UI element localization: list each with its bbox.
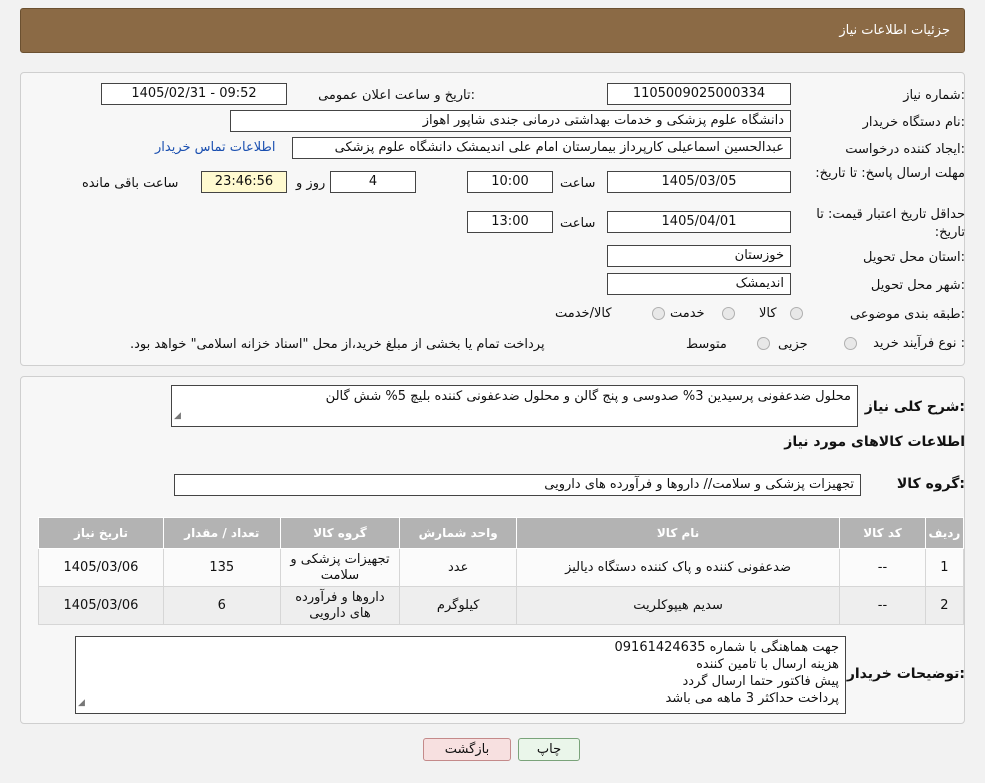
requester-field: عبدالحسین اسماعیلی کارپرداز بیمارستان ام… <box>292 137 791 159</box>
validity-date-field: 1405/04/01 <box>607 211 791 233</box>
summary-textarea[interactable]: محلول ضدعفونی پرسیدین 3% صدوسی و پنج گال… <box>171 385 858 427</box>
remaining-label: ساعت باقی مانده <box>82 176 179 191</box>
validity-time-label: ساعت <box>560 216 596 231</box>
cell-group: تجهیزات پزشکی و سلامت <box>279 548 401 587</box>
col-qty: تعداد / مقدار <box>162 517 281 549</box>
cell-group: داروها و فرآورده های دارویی <box>279 586 401 625</box>
buyer-notes-line: پرداخت حداکثر 3 ماهه می باشد <box>665 691 839 706</box>
cell-unit: کیلوگرم <box>399 586 518 625</box>
summary-label: شرح کلی نیاز: <box>864 399 965 415</box>
cell-qty: 135 <box>162 548 281 587</box>
col-row: ردیف <box>924 517 965 549</box>
cell-date: 1405/03/06 <box>38 548 164 587</box>
cell-name: سدیم هیپوکلریت <box>516 586 841 625</box>
cell-date: 1405/03/06 <box>38 586 164 625</box>
resize-grip-icon[interactable]: ◢ <box>78 695 85 712</box>
buyer-notes-textarea[interactable]: جهت هماهنگی با شماره 09161424635 هزینه ا… <box>75 636 846 714</box>
category-goods-label: کالا <box>759 306 777 321</box>
deadline-label: مهلت ارسال پاسخ: تا تاریخ: <box>815 166 965 181</box>
cell-code: -- <box>839 548 926 587</box>
deadline-date-field: 1405/03/05 <box>607 171 791 193</box>
table-row: 2 -- سدیم هیپوکلریت کیلوگرم داروها و فرآ… <box>38 586 965 625</box>
category-service-radio[interactable] <box>722 307 735 320</box>
deadline-time-field: 10:00 <box>467 171 553 193</box>
col-name: نام کالا <box>516 517 841 549</box>
print-button[interactable]: چاپ <box>518 738 580 761</box>
cell-row: 2 <box>924 586 965 625</box>
need-number-label: شماره نیاز: <box>903 88 965 103</box>
buyer-notes-line: پیش فاکتور حتما ارسال گردد <box>682 674 840 689</box>
days-field: 4 <box>330 171 416 193</box>
announce-field: 1405/02/31 - 09:52 <box>101 83 287 105</box>
buyer-contact-link[interactable]: اطلاعات تماس خریدار <box>155 140 275 155</box>
cell-name: ضدعفونی کننده و پاک کننده دستگاه دیالیز <box>516 548 841 587</box>
category-goods-radio[interactable] <box>790 307 803 320</box>
buyer-org-label: نام دستگاه خریدار: <box>862 115 965 130</box>
city-field: اندیمشک <box>607 273 791 295</box>
cell-row: 1 <box>924 548 965 587</box>
items-table: ردیف کد کالا نام کالا واحد شمارش گروه کا… <box>38 517 965 625</box>
process-label: نوع فرآیند خرید : <box>873 336 965 351</box>
category-service-label: خدمت <box>670 306 705 321</box>
back-button[interactable]: بازگشت <box>423 738 511 761</box>
province-label: استان محل تحویل: <box>863 250 965 265</box>
summary-text: محلول ضدعفونی پرسیدین 3% صدوسی و پنج گال… <box>325 389 851 404</box>
province-field: خوزستان <box>607 245 791 267</box>
goods-group-field: تجهیزات پزشکی و سلامت// داروها و فرآورده… <box>174 474 861 496</box>
category-label: طبقه بندی موضوعی: <box>849 307 965 322</box>
col-code: کد کالا <box>839 517 926 549</box>
deadline-time-label: ساعت <box>560 176 596 191</box>
process-minor-label: جزیی <box>778 337 808 352</box>
cell-code: -- <box>839 586 926 625</box>
items-table-header: ردیف کد کالا نام کالا واحد شمارش گروه کا… <box>38 517 965 549</box>
buyer-org-field: دانشگاه علوم پزشکی و خدمات بهداشتی درمان… <box>230 110 791 132</box>
city-label: شهر محل تحویل: <box>870 278 965 293</box>
requester-label: ایجاد کننده درخواست: <box>845 142 965 157</box>
table-row: 1 -- ضدعفونی کننده و پاک کننده دستگاه دی… <box>38 548 965 587</box>
goods-info-title: اطلاعات کالاهای مورد نیاز <box>784 434 965 450</box>
cell-unit: عدد <box>399 548 518 587</box>
goods-group-label: گروه کالا: <box>896 476 965 492</box>
page-header: جزئیات اطلاعات نیاز <box>20 8 965 53</box>
need-number-field: 1105009025000334 <box>607 83 791 105</box>
buyer-notes-label: توضیحات خریدار: <box>846 666 965 682</box>
process-medium-radio[interactable] <box>757 337 770 350</box>
validity-time-field: 13:00 <box>467 211 553 233</box>
buyer-notes-line: جهت هماهنگی با شماره 09161424635 <box>614 640 839 655</box>
days-label: روز و <box>296 176 326 191</box>
resize-grip-icon[interactable]: ◢ <box>174 408 181 425</box>
announce-label: تاریخ و ساعت اعلان عمومی: <box>318 88 475 103</box>
col-group: گروه کالا <box>279 517 401 549</box>
process-minor-radio[interactable] <box>844 337 857 350</box>
category-both-label: کالا/خدمت <box>555 306 612 321</box>
col-date: تاریخ نیاز <box>38 517 164 549</box>
page-title: جزئیات اطلاعات نیاز <box>839 23 950 38</box>
process-medium-label: متوسط <box>686 337 727 352</box>
category-both-radio[interactable] <box>652 307 665 320</box>
remaining-time-field: 23:46:56 <box>201 171 287 193</box>
process-note: پرداخت تمام یا بخشی از مبلغ خرید،از محل … <box>130 337 545 352</box>
validity-label: حداقل تاریخ اعتبار قیمت: تا تاریخ: <box>816 207 965 240</box>
col-unit: واحد شمارش <box>399 517 518 549</box>
buyer-notes-line: هزینه ارسال با تامین کننده <box>696 657 839 672</box>
cell-qty: 6 <box>162 586 281 625</box>
